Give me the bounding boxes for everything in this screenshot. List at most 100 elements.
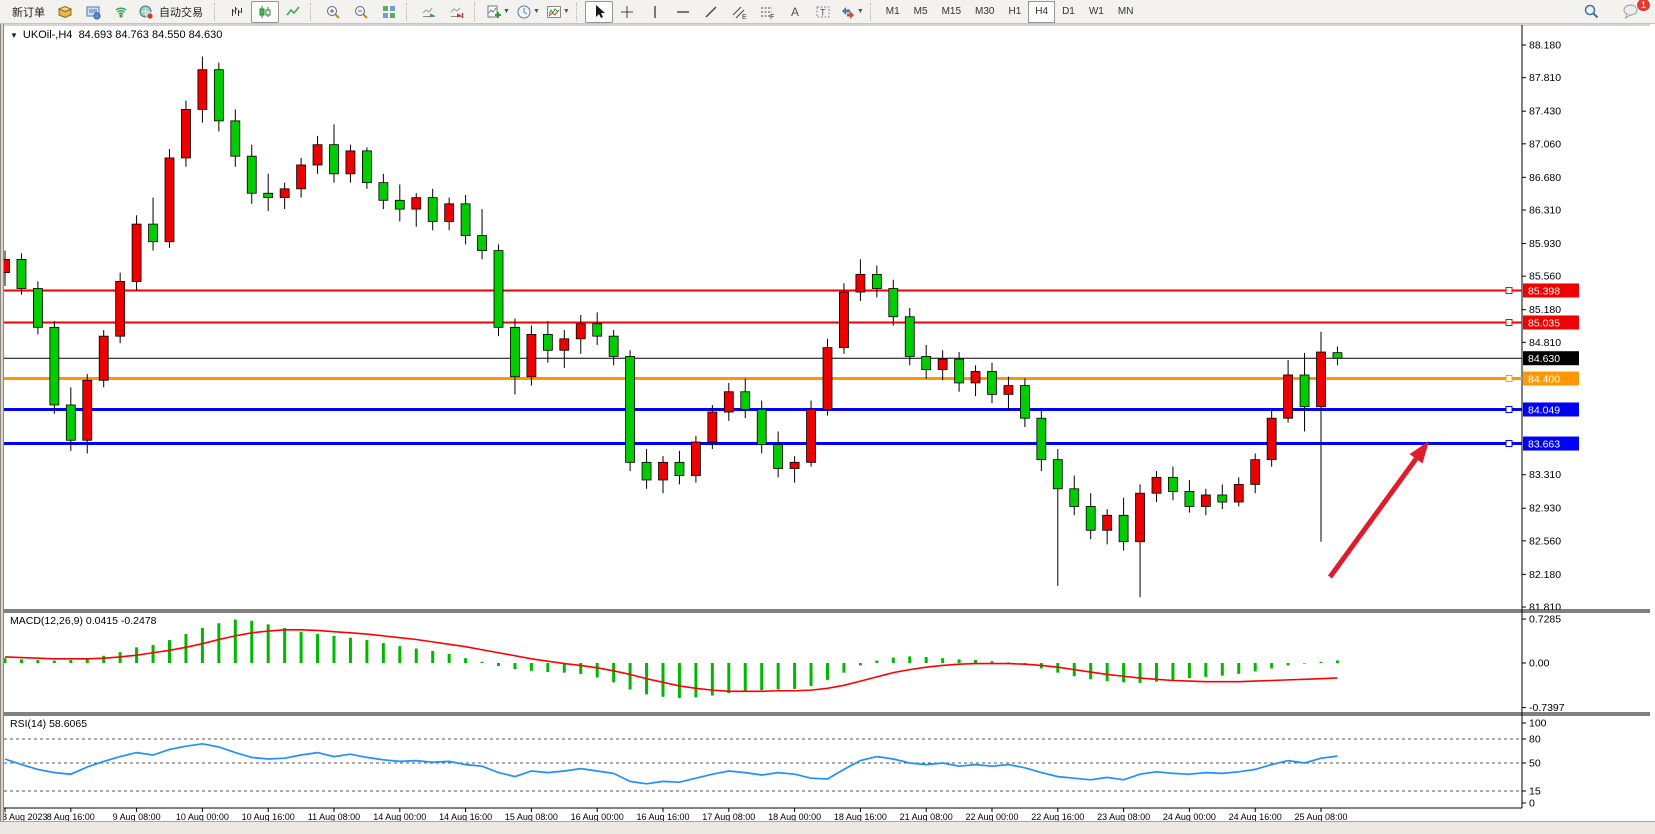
- candlestick-chart-icon: [257, 4, 273, 20]
- candle-body: [1086, 506, 1095, 530]
- tab-timeframe-d1[interactable]: D1: [1055, 1, 1082, 23]
- signals-button[interactable]: [107, 1, 135, 23]
- one-click-trading-toggle[interactable]: ▼: [10, 31, 18, 40]
- candle-body: [609, 336, 618, 356]
- price-tick-label: 85.930: [1529, 238, 1561, 250]
- new-order-button[interactable]: 新订单: [6, 1, 51, 23]
- crosshair-icon: [619, 4, 635, 20]
- macd-axis-label: 0.7285: [1529, 614, 1561, 626]
- line-chart-button[interactable]: [279, 1, 307, 23]
- tab-timeframe-m5[interactable]: M5: [907, 1, 935, 23]
- candle-body: [560, 339, 569, 350]
- price-tick-label: 81.810: [1529, 602, 1561, 614]
- candle-body: [445, 204, 454, 222]
- macd-axis-label: 0.00: [1529, 658, 1550, 670]
- tab-timeframe-h1[interactable]: H1: [1001, 1, 1028, 23]
- chevron-down-icon: ▼: [563, 8, 570, 15]
- tab-timeframe-m1[interactable]: M1: [879, 1, 907, 23]
- tab-timeframe-mn[interactable]: MN: [1111, 1, 1141, 23]
- bar-chart-icon: [229, 4, 245, 20]
- candle-body: [50, 327, 59, 405]
- data-window-button[interactable]: [79, 1, 107, 23]
- bar-chart-button[interactable]: [223, 1, 251, 23]
- candle-body: [346, 151, 355, 174]
- channel-button[interactable]: E: [725, 1, 753, 23]
- line-handle[interactable]: [1506, 406, 1512, 412]
- line-handle[interactable]: [1506, 376, 1512, 382]
- mt4-window: 88.18087.81087.43087.06086.68086.31085.9…: [0, 0, 1655, 834]
- vertical-line-icon: [647, 4, 663, 20]
- text-label-button[interactable]: T: [809, 1, 837, 23]
- price-tag-label: 85.398: [1528, 285, 1560, 297]
- candle-body: [988, 371, 997, 394]
- auto-scroll-button[interactable]: [415, 1, 443, 23]
- annotation-arrow-shaft[interactable]: [1330, 459, 1416, 577]
- crosshair-button[interactable]: [613, 1, 641, 23]
- candlestick-chart-button[interactable]: [251, 1, 279, 23]
- separator: [474, 3, 480, 21]
- candle-body: [675, 462, 684, 475]
- candle-body: [774, 445, 783, 469]
- zoom-out-button[interactable]: [347, 1, 375, 23]
- horizontal-line-button[interactable]: [669, 1, 697, 23]
- new-chart-button[interactable]: ▼: [483, 1, 513, 23]
- chevron-down-icon: ▼: [503, 8, 510, 15]
- trendline-button[interactable]: [697, 1, 725, 23]
- indicators-icon: [546, 4, 562, 20]
- price-tick-label: 87.810: [1529, 72, 1561, 84]
- candle-body: [362, 151, 371, 183]
- price-tag-label: 84.049: [1528, 404, 1560, 416]
- periods-icon: [516, 4, 532, 20]
- channel-icon: E: [731, 4, 747, 20]
- chart-shift-button[interactable]: [443, 1, 471, 23]
- market-watch-button[interactable]: [51, 1, 79, 23]
- chart-canvas[interactable]: 88.18087.81087.43087.06086.68086.31085.9…: [0, 0, 1655, 834]
- zoom-in-icon: [325, 4, 341, 20]
- zoom-in-button[interactable]: [319, 1, 347, 23]
- arrows-button[interactable]: ▼: [837, 1, 867, 23]
- vertical-line-button[interactable]: [641, 1, 669, 23]
- line-handle[interactable]: [1506, 441, 1512, 447]
- candle-body: [708, 412, 717, 442]
- candle-body: [543, 334, 552, 350]
- horizontal-line-icon: [675, 4, 691, 20]
- candle-body: [412, 198, 421, 209]
- tab-timeframe-m15[interactable]: M15: [935, 1, 968, 23]
- candle-body: [1185, 491, 1194, 506]
- svg-text:T: T: [820, 7, 826, 17]
- autotrade-button[interactable]: 自动交易: [135, 1, 211, 23]
- tab-timeframe-m30[interactable]: M30: [968, 1, 1001, 23]
- candle-body: [1317, 352, 1326, 407]
- tile-windows-button[interactable]: [375, 1, 403, 23]
- price-tick-label: 85.560: [1529, 271, 1561, 283]
- indicators-button[interactable]: ▼: [543, 1, 573, 23]
- text-button[interactable]: A: [781, 1, 809, 23]
- rsi-axis-label: 0: [1529, 798, 1535, 810]
- tab-timeframe-w1[interactable]: W1: [1082, 1, 1111, 23]
- tab-timeframe-h4[interactable]: H4: [1028, 1, 1055, 23]
- chat-button[interactable]: 1: [1617, 1, 1645, 23]
- separator: [310, 3, 316, 21]
- candle-body: [395, 200, 404, 209]
- cursor-button[interactable]: [585, 1, 613, 23]
- candle-body: [1103, 515, 1112, 530]
- zoom-out-icon: [353, 4, 369, 20]
- separator: [870, 3, 876, 21]
- candle-body: [642, 462, 651, 480]
- separator: [214, 3, 220, 21]
- candle-body: [181, 109, 190, 158]
- candle-body: [379, 183, 388, 201]
- periods-button[interactable]: ▼: [513, 1, 543, 23]
- search-button[interactable]: [1577, 1, 1605, 23]
- macd-indicator-label: MACD(12,26,9) 0.0415 -0.2478: [10, 615, 157, 627]
- search-icon: [1583, 3, 1600, 20]
- candle-body: [231, 121, 240, 156]
- auto-scroll-icon: [421, 4, 437, 20]
- line-handle[interactable]: [1506, 319, 1512, 325]
- candle-body: [576, 324, 585, 339]
- autotrade-icon: [138, 4, 154, 20]
- chart-ohlc-values: 84.693 84.763 84.550 84.630: [79, 29, 223, 41]
- line-handle[interactable]: [1506, 287, 1512, 293]
- fibonacci-button[interactable]: F: [753, 1, 781, 23]
- candle-body: [1251, 460, 1260, 485]
